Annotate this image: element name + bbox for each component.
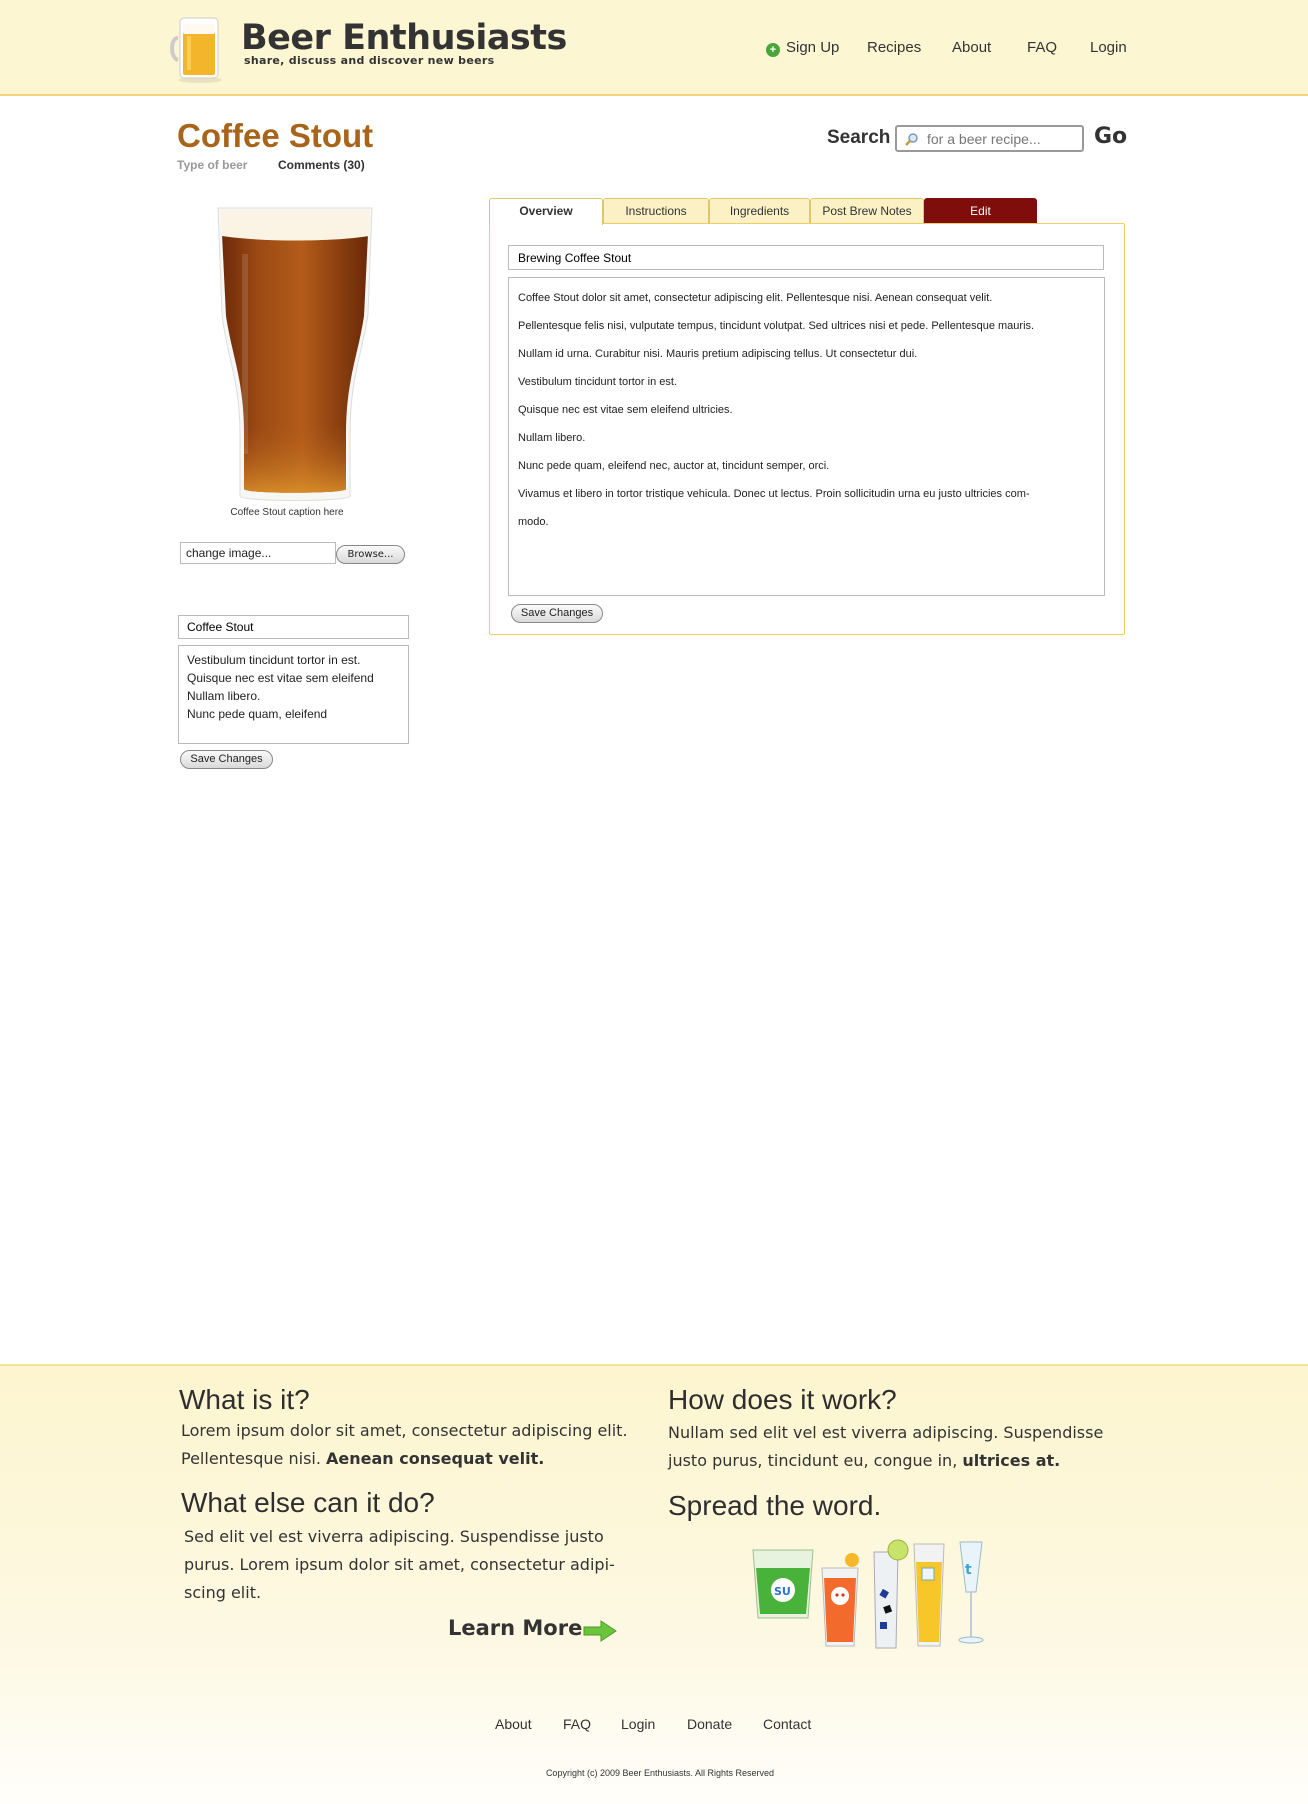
footer-nav-contact[interactable]: Contact [763,1716,811,1732]
search-icon [905,133,918,146]
search-label: Search [827,127,891,148]
brand-name[interactable]: Beer Enthusiasts [241,18,567,58]
plus-circle-icon: + [766,43,780,57]
what-else-line: scing elit. [184,1583,262,1602]
what-else-text: Sed elit vel est viverra adipiscing. Sus… [184,1523,615,1607]
overview-line: Vivamus et libero in tortor tristique ve… [518,488,1030,500]
beer-name-field[interactable] [178,615,409,639]
tab-ingredients[interactable]: Ingredients [709,198,810,223]
nav-login[interactable]: Login [1090,39,1127,56]
panel-save-changes-button[interactable]: Save Changes [511,604,603,623]
what-is-it-heading: What is it? [179,1384,310,1415]
what-is-it-text: Lorem ipsum dolor sit amet, consectetur … [181,1417,628,1473]
beer-mug-logo-icon[interactable] [170,12,230,84]
what-is-it-line: Lorem ipsum dolor sit amet, consectetur … [181,1421,628,1440]
search-go-button[interactable]: Go [1094,124,1127,149]
recipe-title-field[interactable] [508,245,1104,270]
footer-nav-donate[interactable]: Donate [687,1716,732,1732]
description-line: Nunc pede quam, eleifend [187,707,328,721]
search-input[interactable] [927,127,1079,150]
delicious-icon[interactable] [873,1539,909,1649]
what-else-line: Sed elit vel est viverra adipiscing. Sus… [184,1527,604,1546]
overview-line: Nullam libero. [518,432,586,444]
overview-panel: Coffee Stout dolor sit amet, consectetur… [489,223,1125,635]
what-else-line: purus. Lorem ipsum dolor sit amet, conse… [184,1555,615,1574]
svg-text:t: t [965,1562,972,1578]
how-it-works-text: Nullam sed elit vel est viverra adipisci… [668,1419,1103,1475]
how-it-works-bold: ultrices at. [962,1451,1061,1470]
overview-line: Nullam id urna. Curabitur nisi. Mauris p… [518,348,918,360]
nav-faq[interactable]: FAQ [1027,39,1057,56]
reddit-icon[interactable] [821,1553,859,1647]
recipe-overview-field[interactable]: Coffee Stout dolor sit amet, consectetur… [508,277,1105,596]
brand-tagline: share, discuss and discover new beers [244,54,495,67]
tab-overview[interactable]: Overview [489,198,603,225]
image-caption: Coffee Stout caption here [230,507,344,518]
footer-nav-login[interactable]: Login [621,1716,655,1732]
search-box [895,125,1084,152]
how-it-works-line-2: justo purus, tincidunt eu, congue in, [668,1451,958,1470]
comments-link[interactable]: Comments (30) [278,158,365,172]
twitter-icon[interactable]: t [958,1541,984,1644]
beer-description-field[interactable]: Vestibulum tincidunt tortor in est. Quis… [178,645,409,744]
description-line: Nullam libero. [187,689,261,703]
nav-sign-up-label: Sign Up [786,39,840,56]
how-it-works-line: Nullam sed elit vel est viverra adipisci… [668,1423,1104,1442]
nav-recipes[interactable]: Recipes [867,39,921,56]
browse-button[interactable]: Browse... [336,545,405,564]
overview-line: Vestibulum tincidunt tortor in est. [518,376,677,388]
learn-more-link[interactable]: Learn More [448,1616,582,1640]
type-of-beer-link[interactable]: Type of beer [177,158,247,172]
tab-instructions[interactable]: Instructions [603,198,709,223]
beer-image [217,207,373,501]
what-is-it-line-2: Pellentesque nisi. [181,1449,321,1468]
copyright-text: Copyright (c) 2009 Beer Enthusiasts. All… [545,1768,775,1778]
page-title: Coffee Stout [177,117,374,154]
what-is-it-bold: Aenean consequat velit. [326,1449,545,1468]
what-else-heading: What else can it do? [181,1487,435,1518]
tab-post-brew-notes[interactable]: Post Brew Notes [810,198,924,223]
arrow-right-icon[interactable] [583,1620,617,1642]
spread-the-word-heading: Spread the word. [668,1490,882,1521]
description-line: Quisque nec est vitae sem eleifend [187,671,374,685]
stumbleupon-icon[interactable]: SU [752,1549,814,1619]
nav-about[interactable]: About [952,39,991,56]
overview-line: Pellentesque felis nisi, vulputate tempu… [518,320,1035,332]
svg-text:SU: SU [774,1585,791,1598]
how-it-works-heading: How does it work? [668,1384,897,1415]
social-share-icons: SU t [752,1539,984,1649]
site-header: Beer Enthusiasts share, discuss and disc… [0,0,1308,96]
how-it-works-line: justo purus, tincidunt eu, congue in, ul… [668,1447,1103,1475]
change-image-input[interactable] [180,542,336,564]
overview-line: Nunc pede quam, eleifend nec, auctor at,… [518,460,830,472]
sidebar-save-changes-button[interactable]: Save Changes [180,750,273,769]
overview-line: modo. [518,516,549,528]
footer-nav-about[interactable]: About [495,1716,532,1732]
what-is-it-line: Pellentesque nisi. Aenean consequat veli… [181,1445,628,1473]
nav-sign-up[interactable]: + Sign Up [766,39,839,57]
overview-line: Quisque nec est vitae sem eleifend ultri… [518,404,733,416]
tab-edit[interactable]: Edit [924,198,1037,223]
overview-line: Coffee Stout dolor sit amet, consectetur… [518,292,993,304]
digg-icon[interactable] [913,1543,945,1647]
description-line: Vestibulum tincidunt tortor in est. [187,653,361,667]
footer-nav-faq[interactable]: FAQ [563,1716,591,1732]
